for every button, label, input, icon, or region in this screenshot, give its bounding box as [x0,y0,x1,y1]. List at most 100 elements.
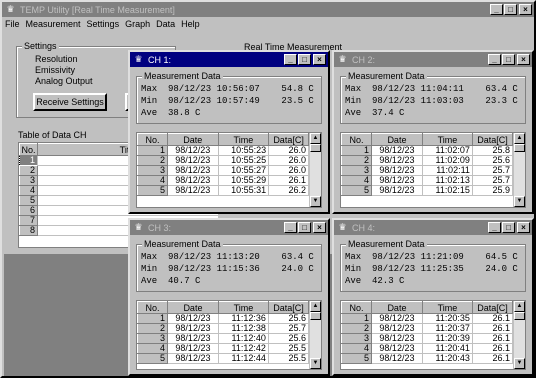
receive-settings-button[interactable]: Receive Settings [33,93,107,111]
table-row[interactable]: 2 98/12/23 11:02:09 25.6 [341,155,514,166]
scroll-down-button[interactable]: ▼ [310,358,321,369]
row-time[interactable]: 11:20:39 [421,333,473,344]
row-date[interactable]: 98/12/23 [371,343,423,354]
ch3-maximize-button[interactable]: □ [298,222,311,233]
row-value[interactable]: 26.1 [471,343,514,354]
menu-file[interactable]: File [2,19,23,29]
row-number[interactable]: 5 [19,195,38,206]
menu-data[interactable]: Data [153,19,178,29]
header-data[interactable]: Data[C] [267,301,310,314]
scroll-thumb[interactable] [514,144,525,152]
row-time[interactable]: 11:02:15 [421,185,473,196]
header-no[interactable]: No. [341,133,372,146]
table-row[interactable]: 3 98/12/23 10:55:27 26.0 [137,165,309,176]
row-date[interactable]: 98/12/23 [371,353,423,364]
table-row[interactable]: 5 98/12/23 11:20:43 26.1 [341,353,514,364]
row-number[interactable]: 4 [137,175,168,186]
table-row[interactable]: 5 98/12/23 11:12:44 25.5 [137,353,310,364]
table-row[interactable]: 1 98/12/23 11:02:07 25.8 [341,145,514,156]
row-date[interactable]: 98/12/23 [167,353,219,364]
table-row[interactable]: 4 98/12/23 11:20:41 26.1 [341,343,514,354]
row-date[interactable]: 98/12/23 [167,175,219,186]
row-value[interactable]: 26.1 [471,333,514,344]
scroll-up-button[interactable]: ▲ [514,133,525,144]
row-value[interactable]: 25.9 [471,185,514,196]
row-number[interactable]: 1 [341,313,372,324]
ch1-close-button[interactable]: × [313,54,326,65]
row-number[interactable]: 1 [341,145,372,156]
row-value[interactable]: 26.2 [268,185,309,196]
row-value[interactable]: 25.8 [471,145,514,156]
row-time[interactable]: 11:20:35 [421,313,473,324]
table-row[interactable]: 4 98/12/23 11:02:13 25.7 [341,175,514,186]
ch2-scrollbar[interactable]: ▲ ▼ [513,133,525,207]
scroll-thumb[interactable] [310,312,321,320]
header-time[interactable]: Time [217,133,270,146]
header-no[interactable]: No. [137,301,168,314]
row-number[interactable]: 3 [137,333,168,344]
table-row[interactable]: 3 98/12/23 11:12:40 25.6 [137,333,310,344]
ch3-window[interactable]: ♛ CH 3: _ □ × Measurement Data Max 98/12… [128,218,330,376]
scroll-thumb[interactable] [310,144,321,152]
row-time[interactable]: 11:02:09 [421,155,473,166]
row-number[interactable]: 2 [19,165,38,176]
row-value[interactable]: 25.7 [267,323,310,334]
row-number[interactable]: 4 [341,175,372,186]
ch1-maximize-button[interactable]: □ [298,54,311,65]
table-row[interactable]: 1 98/12/23 10:55:23 26.0 [137,145,309,156]
ch2-minimize-button[interactable]: _ [488,54,501,65]
header-date[interactable]: Date [371,301,423,314]
ch3-minimize-button[interactable]: _ [284,222,297,233]
row-number[interactable]: 3 [341,165,372,176]
row-date[interactable]: 98/12/23 [371,333,423,344]
row-number[interactable]: 2 [137,155,168,166]
header-no[interactable]: No. [137,133,168,146]
row-number[interactable]: 3 [341,333,372,344]
maximize-button[interactable]: □ [504,4,517,15]
row-value[interactable]: 25.6 [471,155,514,166]
row-number[interactable]: 3 [19,175,38,186]
row-number[interactable]: 2 [341,155,372,166]
minimize-button[interactable]: _ [490,4,503,15]
row-date[interactable]: 98/12/23 [167,155,219,166]
scroll-down-button[interactable]: ▼ [514,196,525,207]
row-time[interactable]: 11:12:38 [217,323,269,334]
scroll-up-button[interactable]: ▲ [514,301,525,312]
row-number[interactable]: 5 [137,185,168,196]
ch1-scrollbar[interactable]: ▲ ▼ [309,133,321,207]
row-time[interactable]: 11:20:37 [421,323,473,334]
row-number[interactable]: 2 [341,323,372,334]
header-date[interactable]: Date [167,301,219,314]
row-date[interactable]: 98/12/23 [371,185,423,196]
ch1-titlebar[interactable]: ♛ CH 1: _ □ × [130,52,328,67]
header-no[interactable]: No. [341,301,372,314]
row-number[interactable]: 1 [137,145,168,156]
row-value[interactable]: 26.0 [268,145,309,156]
row-time[interactable]: 11:02:11 [421,165,473,176]
table-row[interactable]: 1 98/12/23 11:20:35 26.1 [341,313,514,324]
header-time[interactable]: Time [421,301,473,314]
row-date[interactable]: 98/12/23 [371,145,423,156]
table-row[interactable]: 3 98/12/23 11:20:39 26.1 [341,333,514,344]
table-row[interactable]: 5 98/12/23 10:55:31 26.2 [137,185,309,196]
row-date[interactable]: 98/12/23 [371,313,423,324]
scroll-up-button[interactable]: ▲ [310,133,321,144]
row-number[interactable]: 6 [19,205,38,216]
row-number[interactable]: 4 [341,343,372,354]
row-number[interactable]: 5 [137,353,168,364]
ch3-titlebar[interactable]: ♛ CH 3: _ □ × [130,220,328,235]
row-number[interactable]: 1 [19,155,38,166]
row-date[interactable]: 98/12/23 [167,323,219,334]
ch4-close-button[interactable]: × [517,222,530,233]
row-time[interactable]: 11:20:41 [421,343,473,354]
ch2-close-button[interactable]: × [517,54,530,65]
row-time[interactable]: 11:12:44 [217,353,269,364]
ch3-scrollbar[interactable]: ▲ ▼ [309,301,321,369]
row-date[interactable]: 98/12/23 [167,313,219,324]
row-date[interactable]: 98/12/23 [371,323,423,334]
row-number[interactable]: 8 [19,225,38,236]
scroll-thumb[interactable] [514,312,525,320]
ch2-maximize-button[interactable]: □ [502,54,515,65]
data-table-header-no[interactable]: No. [19,143,38,156]
ch2-titlebar[interactable]: ♛ CH 2: _ □ × [334,52,532,67]
